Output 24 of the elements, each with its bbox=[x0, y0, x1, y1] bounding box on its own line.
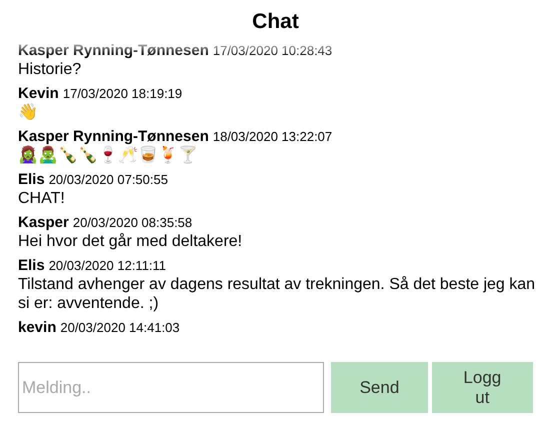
author-name: Elis bbox=[18, 257, 45, 275]
message-time: 20/03/2020 07:50:55 bbox=[48, 171, 168, 189]
author-name: kevin bbox=[18, 319, 56, 337]
author-name: Kasper Rynning-Tønnesen bbox=[18, 42, 209, 60]
author-name: Kasper bbox=[18, 214, 69, 232]
message-time: 20/03/2020 14:41:03 bbox=[60, 319, 180, 337]
page-title: Chat bbox=[252, 9, 299, 35]
message-time: 20/03/2020 08:35:58 bbox=[72, 214, 192, 232]
message-text: Hei hvor det går med deltakere! bbox=[18, 232, 244, 251]
message-time: 20/03/2020 12:11:11 bbox=[48, 257, 166, 275]
message-text: 👋 bbox=[18, 103, 39, 122]
author-name: Kevin bbox=[18, 85, 59, 103]
message-input[interactable]: Melding.. bbox=[18, 362, 324, 413]
message-text: CHAT! bbox=[18, 189, 66, 208]
message-text: Tilstand avhenger av dagens resultat av trekningen. Så det beste jeg kan si er: avventende. ;) bbox=[18, 275, 536, 313]
message-text: Historie? bbox=[18, 60, 82, 79]
message-text: 🧟‍♀🧟‍♂🍾🍾🍷🥂🥃🍹🍸 bbox=[18, 146, 199, 165]
message-time: 18/03/2020 13:22:07 bbox=[212, 128, 332, 146]
author-name: Elis bbox=[18, 171, 45, 189]
message-time: 17/03/2020 18:19:19 bbox=[62, 85, 182, 103]
author-name: Kasper Rynning-Tønnesen bbox=[18, 128, 209, 146]
logout-button[interactable]: Logg ut bbox=[432, 362, 534, 413]
send-button[interactable]: Send bbox=[331, 362, 428, 413]
message-time: 17/03/2020 10:28:43 bbox=[212, 42, 332, 60]
